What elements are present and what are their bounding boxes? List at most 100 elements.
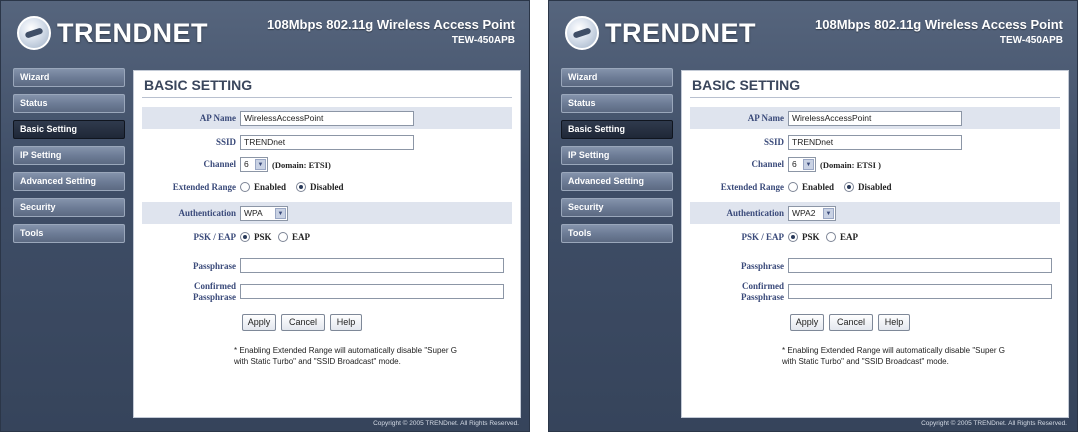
nav-ip-setting[interactable]: IP Setting [561, 146, 673, 165]
chevron-down-icon: ▼ [255, 159, 266, 170]
channel-label: Channel [203, 159, 236, 169]
nav-basic-setting[interactable]: Basic Setting [13, 120, 125, 139]
nav-wizard[interactable]: Wizard [13, 68, 125, 87]
eap-radio[interactable] [278, 232, 288, 242]
authentication-value: WPA [244, 208, 263, 218]
confirmed-passphrase-input[interactable] [240, 284, 504, 299]
ap-name-label: AP Name [747, 113, 784, 123]
passphrase-label: Passphrase [192, 261, 236, 271]
psk-text: PSK [254, 232, 272, 242]
header: TRENDNET 108Mbps 802.11g Wireless Access… [549, 1, 1077, 63]
ap-name-input[interactable]: WirelessAccessPoint [788, 111, 962, 126]
extended-range-disabled-radio[interactable] [296, 182, 306, 192]
channel-value: 6 [244, 159, 249, 169]
ssid-input[interactable]: TRENDnet [788, 135, 962, 150]
authentication-label: Authentication [178, 208, 236, 218]
note-line-1: * Enabling Extended Range will automatic… [782, 346, 1005, 355]
nav-status[interactable]: Status [13, 94, 125, 113]
domain-text: (Domain: ETSI) [272, 160, 331, 170]
sidebar-nav: Wizard Status Basic Setting IP Setting A… [561, 68, 673, 250]
nav-status[interactable]: Status [561, 94, 673, 113]
product-title: 108Mbps 802.11g Wireless Access Point [815, 17, 1063, 32]
content-area: BASIC SETTING AP Name WirelessAccessPoin… [133, 70, 521, 418]
authentication-value: WPA2 [792, 208, 816, 218]
nav-security[interactable]: Security [561, 198, 673, 217]
cancel-button[interactable]: Cancel [829, 314, 873, 331]
authentication-select[interactable]: WPA2 ▼ [788, 206, 836, 221]
ssid-label: SSID [763, 137, 784, 147]
left-config-panel: TRENDNET 108Mbps 802.11g Wireless Access… [0, 0, 530, 432]
nav-wizard[interactable]: Wizard [561, 68, 673, 87]
channel-select[interactable]: 6 ▼ [788, 157, 816, 172]
confirmed-passphrase-label: Passphrase [740, 292, 784, 302]
model-number: TEW-450APB [999, 35, 1063, 46]
channel-select[interactable]: 6 ▼ [240, 157, 268, 172]
cancel-button[interactable]: Cancel [281, 314, 325, 331]
confirmed-passphrase-input[interactable] [788, 284, 1052, 299]
apply-button[interactable]: Apply [790, 314, 824, 331]
confirmed-label: Confirmed [194, 281, 236, 291]
chevron-down-icon: ▼ [803, 159, 814, 170]
nav-tools[interactable]: Tools [561, 224, 673, 243]
disabled-text: Disabled [858, 182, 892, 192]
page-title: BASIC SETTING [144, 77, 253, 93]
logo-globe-icon [17, 16, 51, 50]
nav-ip-setting[interactable]: IP Setting [13, 146, 125, 165]
nav-basic-setting[interactable]: Basic Setting [561, 120, 673, 139]
passphrase-input[interactable] [788, 258, 1052, 273]
confirmed-label: Confirmed [742, 281, 784, 291]
eap-radio[interactable] [826, 232, 836, 242]
nav-tools[interactable]: Tools [13, 224, 125, 243]
header: TRENDNET 108Mbps 802.11g Wireless Access… [1, 1, 529, 63]
right-config-panel: TRENDNET 108Mbps 802.11g Wireless Access… [548, 0, 1078, 432]
authentication-label: Authentication [726, 208, 784, 218]
chevron-down-icon: ▼ [823, 208, 834, 219]
nav-advanced-setting[interactable]: Advanced Setting [13, 172, 125, 191]
eap-text: EAP [840, 232, 858, 242]
nav-advanced-setting[interactable]: Advanced Setting [561, 172, 673, 191]
ssid-label: SSID [215, 137, 236, 147]
enabled-text: Enabled [254, 182, 287, 192]
title-divider [690, 97, 1060, 98]
authentication-select[interactable]: WPA ▼ [240, 206, 288, 221]
title-divider [142, 97, 512, 98]
psk-text: PSK [802, 232, 820, 242]
apply-button[interactable]: Apply [242, 314, 276, 331]
logo-text: TRENDNET [605, 17, 756, 48]
ap-name-input[interactable]: WirelessAccessPoint [240, 111, 414, 126]
sidebar-nav: Wizard Status Basic Setting IP Setting A… [13, 68, 125, 250]
ssid-input[interactable]: TRENDnet [240, 135, 414, 150]
note-line-1: * Enabling Extended Range will automatic… [234, 346, 457, 355]
confirmed-passphrase-label: Passphrase [192, 292, 236, 302]
extended-range-disabled-radio[interactable] [844, 182, 854, 192]
domain-text: (Domain: ETSI ) [820, 160, 881, 170]
extended-range-enabled-radio[interactable] [240, 182, 250, 192]
copyright-text: Copyright © 2005 TRENDnet. All Rights Re… [921, 420, 1067, 427]
eap-text: EAP [292, 232, 310, 242]
help-button[interactable]: Help [330, 314, 362, 331]
trendnet-logo: TRENDNET [565, 15, 756, 51]
copyright-text: Copyright © 2005 TRENDnet. All Rights Re… [373, 420, 519, 427]
psk-eap-label: PSK / EAP [193, 232, 236, 242]
extended-range-enabled-radio[interactable] [788, 182, 798, 192]
psk-radio[interactable] [240, 232, 250, 242]
help-button[interactable]: Help [878, 314, 910, 331]
note-line-2: with Static Turbo" and "SSID Broadcast" … [782, 357, 949, 366]
model-number: TEW-450APB [451, 35, 515, 46]
content-area: BASIC SETTING AP Name WirelessAccessPoin… [681, 70, 1069, 418]
product-title: 108Mbps 802.11g Wireless Access Point [267, 17, 515, 32]
channel-label: Channel [751, 159, 784, 169]
psk-radio[interactable] [788, 232, 798, 242]
chevron-down-icon: ▼ [275, 208, 286, 219]
page-title: BASIC SETTING [692, 77, 801, 93]
nav-security[interactable]: Security [13, 198, 125, 217]
passphrase-input[interactable] [240, 258, 504, 273]
ap-name-label: AP Name [199, 113, 236, 123]
extended-range-label: Extended Range [172, 182, 236, 192]
logo-globe-icon [565, 16, 599, 50]
enabled-text: Enabled [802, 182, 835, 192]
psk-eap-label: PSK / EAP [741, 232, 784, 242]
channel-value: 6 [792, 159, 797, 169]
extended-range-label: Extended Range [720, 182, 784, 192]
passphrase-label: Passphrase [740, 261, 784, 271]
